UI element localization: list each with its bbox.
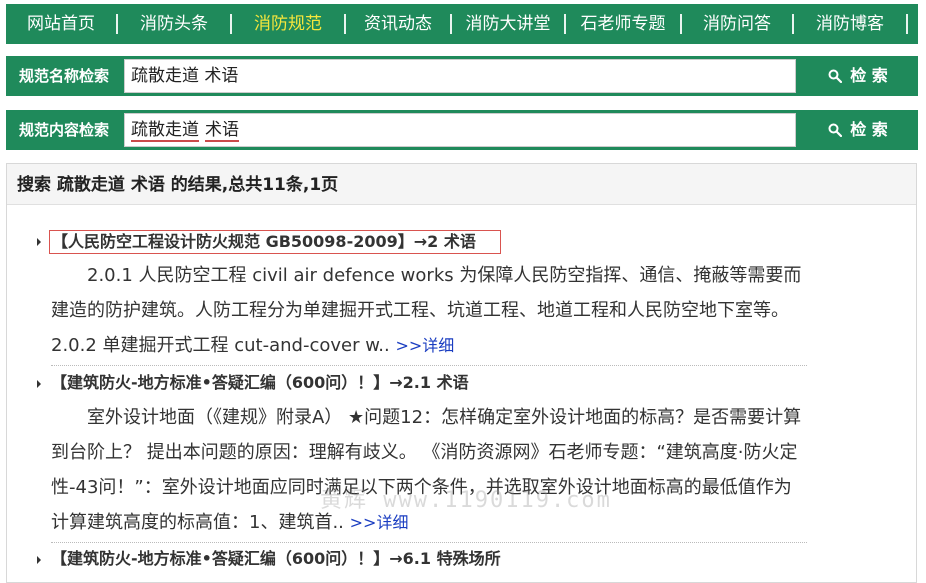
result-title-link[interactable]: 【人民防空工程设计防火规范 GB50098-2009】→2 术语: [49, 230, 501, 254]
content-search-button-label: 检 索: [850, 120, 888, 139]
name-search-button[interactable]: 检 索: [798, 56, 918, 96]
nav-separator: [906, 14, 908, 34]
name-search-label: 规范名称检索: [18, 67, 109, 85]
list-item: 【人民防空工程设计防火规范 GB50098-2009】→2 术语 2.0.1 人…: [37, 230, 807, 366]
nav-item-headlines[interactable]: 消防头条: [118, 4, 230, 44]
results-summary: 搜索 疏散走道 术语 的结果,总共11条,1页: [7, 164, 916, 205]
bullet-icon: [37, 238, 41, 246]
result-title-link[interactable]: 【建筑防火-地方标准•答疑汇编（600问）！】→2.1 术语: [51, 373, 469, 392]
result-title[interactable]: 【人民防空工程设计防火规范 GB50098-2009】→2 术语: [37, 230, 807, 254]
content-search-label: 规范内容检索: [18, 121, 109, 139]
content-search-bar: 规范内容检索 疏散走道 术语 检 索: [6, 110, 918, 150]
nav-item-news[interactable]: 资讯动态: [346, 4, 450, 44]
nav-item-blog[interactable]: 消防博客: [794, 4, 906, 44]
divider: [51, 365, 807, 366]
details-link[interactable]: >>详细: [395, 336, 454, 355]
results-panel: 搜索 疏散走道 术语 的结果,总共11条,1页 【人民防空工程设计防火规范 GB…: [6, 163, 917, 583]
name-search-input[interactable]: 疏散走道 术语: [124, 59, 796, 93]
top-nav: 网站首页 消防头条 消防规范 资讯动态 消防大讲堂 石老师专题 消防问答 消防博…: [6, 4, 918, 44]
nav-item-fire-codes[interactable]: 消防规范: [232, 4, 344, 44]
name-search-button-label: 检 索: [850, 66, 888, 85]
result-snippet: 2.0.1 人民防空工程 civil air defence works 为保障…: [37, 258, 807, 363]
search-icon: [828, 69, 843, 84]
content-search-input[interactable]: 疏散走道 术语: [124, 113, 796, 147]
nav-item-qa[interactable]: 消防问答: [682, 4, 792, 44]
nav-item-home[interactable]: 网站首页: [6, 4, 116, 44]
divider: [51, 542, 807, 543]
details-link[interactable]: >>详细: [350, 513, 409, 532]
nav-item-lecture[interactable]: 消防大讲堂: [452, 4, 564, 44]
search-icon: [828, 123, 843, 138]
list-item: 【建筑防火-地方标准•答疑汇编（600问）！】→6.1 特殊场所: [37, 548, 807, 570]
name-search-bar: 规范名称检索 疏散走道 术语 检 索: [6, 56, 918, 96]
result-title-link[interactable]: 【建筑防火-地方标准•答疑汇编（600问）！】→6.1 特殊场所: [51, 549, 501, 568]
bullet-icon: [37, 556, 41, 564]
result-title[interactable]: 【建筑防火-地方标准•答疑汇编（600问）！】→6.1 特殊场所: [37, 548, 807, 570]
content-search-term-1: 疏散走道: [131, 120, 199, 142]
bullet-icon: [37, 380, 41, 388]
list-item: 【建筑防火-地方标准•答疑汇编（600问）！】→2.1 术语 室外设计地面（《建…: [37, 372, 807, 543]
watermark: 黄辉 www.1190119.com: [320, 488, 612, 513]
result-snippet: 室外设计地面（《建规》附录A） ★问题12：怎样确定室外设计地面的标高？是否需要…: [37, 400, 807, 540]
result-title[interactable]: 【建筑防火-地方标准•答疑汇编（600问）！】→2.1 术语: [37, 372, 807, 394]
content-search-term-2: 术语: [205, 120, 239, 142]
result-snippet-text: 室外设计地面（《建规》附录A） ★问题12：怎样确定室外设计地面的标高？是否需要…: [51, 407, 802, 533]
content-search-button[interactable]: 检 索: [798, 110, 918, 150]
nav-item-teacher-topic[interactable]: 石老师专题: [566, 4, 680, 44]
